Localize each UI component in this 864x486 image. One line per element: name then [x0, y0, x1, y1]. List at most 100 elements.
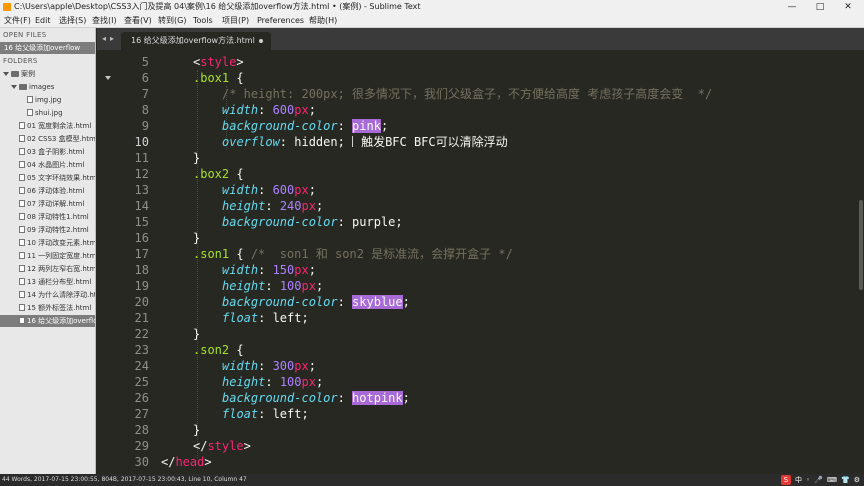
menu-preferences[interactable]: Preferences — [257, 14, 304, 28]
line-number: 22 — [134, 327, 149, 341]
file-label: 07 浮动详解.html — [27, 200, 85, 208]
code-unit: px — [294, 359, 309, 373]
minimize-button[interactable]: — — [778, 0, 806, 14]
sidebar-file-item[interactable]: 01 宽度剩余法.html — [0, 120, 95, 132]
menu-file[interactable]: 文件(F) — [4, 14, 31, 28]
folder-icon — [19, 84, 27, 90]
vertical-scrollbar[interactable] — [858, 50, 864, 474]
file-icon — [19, 161, 25, 168]
tab-nav-right-icon[interactable]: ▸ — [110, 34, 114, 43]
code-token: > — [243, 439, 251, 453]
fold-arrow-icon[interactable] — [105, 76, 111, 80]
code-value: purple — [352, 215, 396, 229]
line-number-gutter: 5 6 7 8 9 10 11 12 13 14 15 16 17 18 19 … — [97, 50, 153, 474]
line-number: 29 — [134, 439, 149, 453]
sidebar-file-item[interactable]: img.jpg — [0, 94, 95, 106]
line-number: 17 — [134, 247, 149, 261]
menu-goto[interactable]: 转到(G) — [158, 14, 186, 28]
line-number: 11 — [134, 151, 149, 165]
menu-find[interactable]: 查找(I) — [92, 14, 117, 28]
code-line-24: width: 300px; — [222, 359, 316, 373]
menu-edit[interactable]: Edit — [35, 14, 51, 28]
code-token: { — [229, 343, 244, 357]
code-line-5: <style> — [193, 54, 244, 70]
code-line-15: background-color: purple; — [222, 215, 403, 229]
file-icon — [19, 174, 25, 181]
code-token: style — [200, 55, 237, 69]
file-icon — [19, 265, 25, 272]
sidebar-file-item[interactable]: 15 额外标签法.html — [0, 302, 95, 314]
sidebar-file-item[interactable]: 04 水晶图片.html — [0, 159, 95, 171]
window-title: C:\Users\apple\Desktop\CSS3入门及提高 04\案例\1… — [14, 2, 421, 11]
sidebar-file-item[interactable]: 09 浮动特性2.html — [0, 224, 95, 236]
sidebar-file-item[interactable]: 03 盒子阴影.html — [0, 146, 95, 158]
sidebar-file-item[interactable]: 11 一列固定宽度.html — [0, 250, 96, 262]
tab-nav-left-icon[interactable]: ◂ — [102, 34, 106, 43]
file-icon — [19, 213, 25, 220]
code-editor[interactable]: 5 6 7 8 9 10 11 12 13 14 15 16 17 18 19 … — [97, 50, 864, 474]
code-line-13: width: 600px; — [222, 183, 316, 197]
status-bar: 44 Words, 2017-07-15 23:00:55, 804B, 201… — [0, 474, 864, 486]
menu-help[interactable]: 帮助(H) — [309, 14, 337, 28]
settings-gear-icon[interactable]: ⚙ — [854, 474, 860, 486]
line-number: 28 — [134, 423, 149, 437]
line-number: 13 — [134, 183, 149, 197]
chevron-down-icon — [3, 72, 9, 76]
sublime-app-icon — [3, 3, 11, 11]
line-number: 14 — [134, 199, 149, 213]
folder-root[interactable]: 案例 — [0, 68, 95, 80]
maximize-button[interactable]: □ — [806, 0, 834, 14]
code-line-12: .box2 { — [193, 166, 244, 182]
code-line-21: float: left; — [222, 311, 309, 325]
file-label: 11 一列固定宽度.html — [27, 252, 96, 260]
chevron-down-icon — [11, 85, 17, 89]
code-unit: px — [301, 199, 316, 213]
code-unit: px — [301, 375, 316, 389]
keyboard-icon[interactable]: ⌨ — [827, 474, 837, 486]
unsaved-dot-icon[interactable] — [259, 39, 263, 43]
sidebar-file-item[interactable]: shui.jpg — [0, 107, 95, 119]
file-icon — [19, 304, 25, 311]
sidebar-file-item[interactable]: 08 浮动特性1.html — [0, 211, 95, 223]
code-token: .box2 — [193, 167, 230, 181]
sogou-logo-icon[interactable]: S — [781, 475, 792, 485]
sidebar-file-item[interactable]: 12 两列左窄右宽.html — [0, 263, 95, 275]
file-icon — [19, 291, 25, 298]
sidebar-file-item[interactable]: 05 文字环绕效果.html — [0, 172, 95, 184]
sidebar-file-item[interactable]: 06 浮动体验.html — [0, 185, 95, 197]
file-label: 09 浮动特性2.html — [27, 226, 89, 234]
folder-images[interactable]: images — [0, 81, 95, 93]
menu-selection[interactable]: 选择(S) — [59, 14, 86, 28]
tab-active-file[interactable]: 16 给父级添加overflow方法.html — [121, 32, 271, 50]
microphone-icon[interactable]: 🎤 — [814, 474, 823, 486]
sidebar-file-item[interactable]: 14 为什么清除浮动.html — [0, 289, 95, 301]
code-line-14: height: 240px; — [222, 199, 324, 213]
skin-icon[interactable]: 👕 — [841, 474, 850, 486]
code-token: .son2 — [193, 343, 230, 357]
menu-tools[interactable]: Tools — [193, 14, 213, 28]
menu-view[interactable]: 查看(V) — [124, 14, 152, 28]
line-number: 25 — [134, 375, 149, 389]
code-number: 240 — [279, 199, 302, 213]
sidebar-file-item[interactable]: 13 通栏分布型.html — [0, 276, 95, 288]
ime-tray: S 中 ◦ 🎤 ⌨ 👕 ⚙ — [781, 475, 860, 485]
menu-bar: 文件(F) Edit 选择(S) 查找(I) 查看(V) 转到(G) Tools… — [0, 14, 864, 28]
open-file-item[interactable]: 16 给父级添加overflow — [0, 42, 95, 54]
code-line-18: width: 150px; — [222, 263, 316, 277]
close-button[interactable]: ✕ — [834, 0, 862, 14]
code-property: width — [222, 183, 259, 197]
sidebar-file-item[interactable]: 10 浮动改变元素.html — [0, 237, 95, 249]
sidebar-file-item[interactable]: 02 CSS3 盒模型.html — [0, 133, 95, 145]
sidebar-file-item[interactable]: 07 浮动详解.html — [0, 198, 95, 210]
sidebar-file-item-active[interactable]: 16 给父级添加overflow — [0, 315, 95, 327]
scrollbar-thumb[interactable] — [859, 200, 863, 290]
ime-chinese-icon[interactable]: 中 — [795, 474, 802, 486]
code-token: .son1 — [193, 247, 230, 261]
line-number: 21 — [134, 311, 149, 325]
ime-punctuation-icon[interactable]: ◦ — [806, 474, 810, 486]
code-number: 600 — [272, 183, 295, 197]
menu-project[interactable]: 项目(P) — [222, 14, 249, 28]
code-property: background-color — [222, 215, 338, 229]
folder-icon — [11, 71, 19, 77]
line-number: 15 — [134, 215, 149, 229]
